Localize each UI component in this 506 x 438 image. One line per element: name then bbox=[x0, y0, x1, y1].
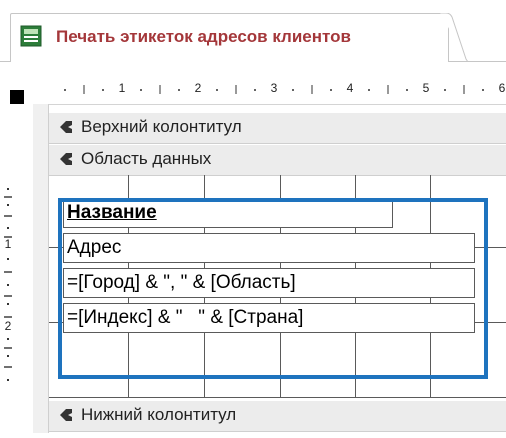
page-header-label: Верхний колонтитул bbox=[81, 117, 242, 136]
ruler-quarter-tick bbox=[7, 379, 9, 381]
ruler-quarter-tick bbox=[254, 89, 256, 91]
ruler-quarter-tick bbox=[330, 89, 332, 91]
report-icon bbox=[20, 25, 42, 47]
ruler-quarter-tick bbox=[406, 89, 408, 91]
ruler-quarter-tick bbox=[178, 89, 180, 91]
ruler-quarter-tick bbox=[7, 227, 9, 229]
ruler-quarter-tick bbox=[7, 303, 9, 305]
tab-corner-decoration bbox=[440, 13, 468, 62]
ruler-quarter-tick bbox=[7, 204, 9, 206]
ruler-quarter-tick bbox=[7, 355, 9, 357]
section-arrow-icon bbox=[60, 121, 72, 133]
ruler-number: 1 bbox=[119, 81, 126, 95]
ruler-quarter-tick bbox=[368, 89, 370, 91]
page-footer-label: Нижний колонтитул bbox=[81, 405, 237, 424]
ruler-quarter-tick bbox=[7, 338, 9, 340]
section-arrow-icon bbox=[60, 153, 72, 165]
page-header-section-bar[interactable]: Верхний колонтитул bbox=[49, 112, 506, 144]
document-tab-title[interactable]: Печать этикеток адресов клиентов bbox=[56, 25, 351, 49]
ruler-quarter-tick bbox=[444, 89, 446, 91]
section-selector-bar[interactable] bbox=[33, 104, 49, 433]
index-country-expression[interactable]: =[Индекс] & " " & [Страна] bbox=[63, 303, 475, 333]
ruler-quarter-tick bbox=[216, 89, 218, 91]
ruler-number: 3 bbox=[271, 81, 278, 95]
ruler-number: 2 bbox=[195, 81, 202, 95]
section-arrow-icon bbox=[60, 409, 72, 421]
address-field-label[interactable]: Адрес bbox=[63, 233, 475, 263]
ruler-quarter-tick bbox=[292, 89, 294, 91]
ruler-quarter-tick bbox=[482, 89, 484, 91]
horizontal-ruler: 1 2 3 4 5 6 bbox=[64, 81, 506, 95]
ruler-quarter-tick bbox=[102, 89, 104, 91]
vertical-ruler: 12 bbox=[0, 104, 34, 433]
ruler-quarter-tick bbox=[64, 89, 66, 91]
ruler-number: 4 bbox=[347, 81, 354, 95]
ruler-number: 5 bbox=[423, 81, 430, 95]
detail-label: Область данных bbox=[81, 149, 212, 168]
name-field-label[interactable]: Название bbox=[63, 198, 393, 228]
detail-section-bar[interactable]: Область данных bbox=[49, 144, 506, 176]
page-footer-section-bar[interactable]: Нижний колонтитул bbox=[49, 400, 506, 432]
ruler-quarter-tick bbox=[7, 188, 9, 190]
ruler-number: 6 bbox=[499, 81, 506, 95]
detail-section-area[interactable]: Название Адрес =[Город] & ", " & [Област… bbox=[49, 175, 506, 398]
ruler-quarter-tick bbox=[7, 284, 9, 286]
ruler-quarter-tick bbox=[7, 258, 9, 260]
ruler-number: 1 bbox=[5, 237, 12, 251]
report-selector-box[interactable] bbox=[10, 90, 24, 104]
city-region-expression[interactable]: =[Город] & ", " & [Область] bbox=[63, 268, 475, 298]
ruler-quarter-tick bbox=[140, 89, 142, 91]
ruler-number: 2 bbox=[5, 319, 12, 333]
